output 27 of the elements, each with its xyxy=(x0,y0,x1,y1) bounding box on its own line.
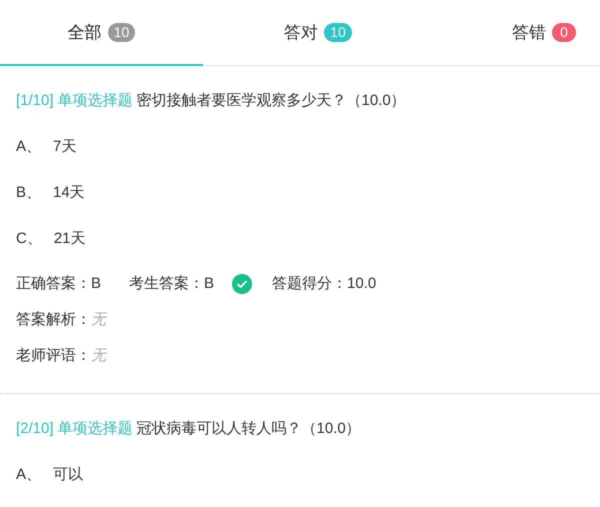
option-text: 7天 xyxy=(53,137,76,157)
option-letter: A、 xyxy=(16,465,42,485)
count-badge: 10 xyxy=(108,23,136,42)
option-text: 21天 xyxy=(54,229,86,249)
answer-text: 正确答案：B xyxy=(16,274,102,294)
question-type: 单项选择题 xyxy=(58,91,133,111)
answer-text: 答题得分：10.0 xyxy=(272,274,376,294)
analysis-label: 答案解析： xyxy=(16,310,91,330)
option-letter: A、 xyxy=(16,137,42,157)
tab[interactable]: 全部 10 xyxy=(68,20,136,46)
count-badge: 10 xyxy=(324,23,352,42)
analysis-value: 无 xyxy=(91,310,106,330)
question-number: [2/10] xyxy=(16,419,54,439)
question-text: 冠状病毒可以人转人吗？（10.0） xyxy=(136,419,361,439)
option-letter: C、 xyxy=(16,229,42,249)
question-number: [1/10] xyxy=(16,91,54,111)
comment-value: 无 xyxy=(91,346,106,366)
comment-label: 老师评语： xyxy=(16,346,91,366)
answer-text: 考生答案：B xyxy=(129,274,214,294)
question-text: 密切接触者要医学观察多少天？（10.0） xyxy=(136,91,406,111)
option-letter: B、 xyxy=(16,183,42,203)
tab[interactable]: 答对 10 xyxy=(284,20,352,46)
question-type: 单项选择题 xyxy=(58,419,133,439)
option-text: 14天 xyxy=(53,183,85,203)
count-badge: 0 xyxy=(552,23,576,42)
tab[interactable]: 答错 0 xyxy=(512,20,576,46)
option-text: 可以 xyxy=(53,465,84,485)
